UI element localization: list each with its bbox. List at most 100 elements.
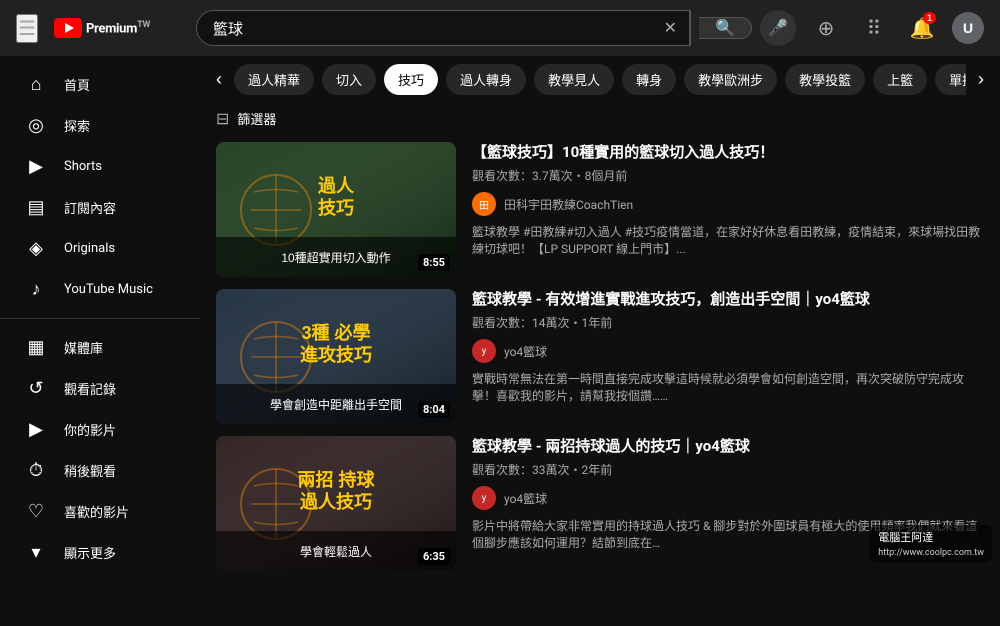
filter-chip-9[interactable]: 單挑 <box>935 64 966 95</box>
video-title-v2: 籃球教學 - 有效增進實戰進攻技巧，創造出手空間｜yo4籃球 <box>472 289 984 310</box>
filter-chips-bar: ‹ 過人精華切入技巧過人轉身教學見人轉身教學歐洲步教學投籃上籃單挑防守規則運球 … <box>200 56 1000 103</box>
sidebar-label-explore: 探索 <box>64 116 90 135</box>
youtube-logo-icon <box>54 18 82 38</box>
svg-text:兩招 持球: 兩招 持球 <box>297 469 375 490</box>
video-thumbnail-v2: 3種 必學 進攻技巧 學會創造中距離出手空間 8:04 <box>216 289 456 424</box>
chips-prev-button[interactable]: ‹ <box>212 65 226 94</box>
main-content: ‹ 過人精華切入技巧過人轉身教學見人轉身教學歐洲步教學投籃上籃單挑防守規則運球 … <box>200 56 1000 570</box>
create-button[interactable]: ⊕ <box>808 10 844 46</box>
filter-row: ⊟ 篩選器 <box>200 103 1000 134</box>
svg-text:過人技巧: 過人技巧 <box>300 491 372 512</box>
video-desc-v2: 實戰時常無法在第一時間直接完成攻擊這時候就必須學會如何創造空間，再次突破防守完成… <box>472 371 984 405</box>
sidebar-label-history: 觀看記錄 <box>64 379 116 398</box>
sidebar-item-show-more[interactable]: ▾ 顯示更多 <box>0 532 200 570</box>
video-channel-name-v2: yo4籃球 <box>504 343 547 360</box>
video-item-v1[interactable]: 過人 技巧 10種超實用切入動作 8:55 【籃球技巧】10種實用的籃球切入過人… <box>216 142 984 277</box>
video-meta-v2: 觀看次數：14萬次・1年前 <box>472 314 984 331</box>
notification-badge: 1 <box>923 12 936 24</box>
premium-label: Premium <box>86 21 137 36</box>
sidebar-item-originals[interactable]: ◈ Originals <box>0 228 200 269</box>
video-channel-avatar-v3: y <box>472 486 496 510</box>
sidebar-item-home[interactable]: ⌂ 首頁 <box>0 64 200 105</box>
video-thumbnail-v1: 過人 技巧 10種超實用切入動作 8:55 <box>216 142 456 277</box>
sidebar-item-liked[interactable]: ♡ 喜歡的影片 <box>0 491 200 532</box>
svg-text:過人: 過人 <box>318 176 355 196</box>
sidebar-icon-youtube-music: ♪ <box>24 279 48 300</box>
apps-button[interactable]: ⠿ <box>856 10 892 46</box>
sidebar-item-your-videos[interactable]: ▶ 你的影片 <box>0 409 200 450</box>
video-channel-row-v3: y yo4籃球 <box>472 486 984 510</box>
sidebar-icon-your-videos: ▶ <box>24 419 48 440</box>
filter-chip-2[interactable]: 技巧 <box>384 64 438 95</box>
watermark: 電腦王阿達 http://www.coolpc.com.tw <box>870 525 992 562</box>
video-duration-v1: 8:55 <box>418 254 450 271</box>
sidebar-item-explore[interactable]: ◎ 探索 <box>0 105 200 146</box>
filter-chip-1[interactable]: 切入 <box>322 64 376 95</box>
sidebar-icon-watch-later: ⏱ <box>24 460 48 481</box>
video-item-v2[interactable]: 3種 必學 進攻技巧 學會創造中距離出手空間 8:04 籃球教學 - 有效增進實… <box>216 289 984 424</box>
watermark-url: http://www.coolpc.com.tw <box>878 548 984 558</box>
sidebar-label-library: 媒體庫 <box>64 338 103 357</box>
filter-chip-5[interactable]: 轉身 <box>622 64 676 95</box>
sidebar-label-originals: Originals <box>64 241 115 256</box>
filter-chip-3[interactable]: 過人轉身 <box>446 64 526 95</box>
filter-chip-0[interactable]: 過人精華 <box>234 64 314 95</box>
sidebar-item-youtube-music[interactable]: ♪ YouTube Music <box>0 269 200 310</box>
video-title-v3: 籃球教學 - 兩招持球過人的技巧｜yo4籃球 <box>472 436 984 457</box>
topbar-center: ✕ 🔍 🎤 <box>196 10 796 46</box>
video-thumbnail-v3: 兩招 持球 過人技巧 學會輕鬆過人 6:35 <box>216 436 456 570</box>
topbar-right: ⊕ ⠿ 🔔 1 U <box>808 10 984 46</box>
video-meta-v1: 觀看次數：3.7萬次・8個月前 <box>472 167 984 184</box>
video-list: 過人 技巧 10種超實用切入動作 8:55 【籃球技巧】10種實用的籃球切入過人… <box>200 134 1000 570</box>
watermark-text: 電腦王阿達 <box>878 531 933 544</box>
filter-label[interactable]: 篩選器 <box>237 109 276 128</box>
filter-chip-6[interactable]: 教學歐洲步 <box>684 64 777 95</box>
video-duration-v3: 6:35 <box>418 548 450 565</box>
apps-icon: ⠿ <box>867 16 882 41</box>
search-icon: 🔍 <box>715 20 735 37</box>
video-info-v2: 籃球教學 - 有效增進實戰進攻技巧，創造出手空間｜yo4籃球 觀看次數：14萬次… <box>472 289 984 424</box>
sidebar-item-shorts[interactable]: ▶ Shorts <box>0 146 200 187</box>
svg-text:3種 必學: 3種 必學 <box>301 322 370 343</box>
sidebar-label-liked: 喜歡的影片 <box>64 502 129 521</box>
sidebar-divider-1 <box>0 318 200 319</box>
search-input[interactable] <box>197 11 652 45</box>
filter-icon: ⊟ <box>216 109 229 128</box>
notifications-button[interactable]: 🔔 1 <box>904 10 940 46</box>
video-channel-row-v2: y yo4籃球 <box>472 339 984 363</box>
sidebar-item-history[interactable]: ↺ 觀看記錄 <box>0 368 200 409</box>
svg-text:進攻技巧: 進攻技巧 <box>300 344 372 365</box>
video-channel-name-v1: 田科宇田教練CoachTien <box>504 196 633 213</box>
filter-chip-4[interactable]: 教學見人 <box>534 64 614 95</box>
sidebar-icon-shorts: ▶ <box>24 156 48 177</box>
logo-area: PremiumTW <box>54 18 150 38</box>
sidebar-icon-originals: ◈ <box>24 238 48 259</box>
search-clear-button[interactable]: ✕ <box>652 11 690 45</box>
search-submit-button[interactable]: 🔍 <box>699 17 752 39</box>
sidebar-item-watch-later[interactable]: ⏱ 稍後觀看 <box>0 450 200 491</box>
chips-next-button[interactable]: › <box>974 65 988 94</box>
sidebar-icon-history: ↺ <box>24 378 48 399</box>
sidebar-icon-show-more: ▾ <box>24 542 48 563</box>
sidebar-item-library[interactable]: ▦ 媒體庫 <box>0 327 200 368</box>
brand-name: PremiumTW <box>86 20 150 36</box>
filter-chip-8[interactable]: 上籃 <box>873 64 927 95</box>
svg-text:學會創造中距離出手空間: 學會創造中距離出手空間 <box>270 397 402 412</box>
account-button[interactable]: U <box>952 12 984 44</box>
svg-text:技巧: 技巧 <box>318 197 354 218</box>
microphone-icon: 🎤 <box>768 18 788 38</box>
sidebar-label-subscriptions: 訂閱內容 <box>64 198 116 217</box>
sidebar-item-subscriptions[interactable]: ▤ 訂閱內容 <box>0 187 200 228</box>
voice-search-button[interactable]: 🎤 <box>760 10 796 46</box>
video-item-v3[interactable]: 兩招 持球 過人技巧 學會輕鬆過人 6:35 籃球教學 - 兩招持球過人的技巧｜… <box>216 436 984 570</box>
video-channel-name-v3: yo4籃球 <box>504 490 547 507</box>
filter-chip-7[interactable]: 教學投籃 <box>785 64 865 95</box>
video-title-v1: 【籃球技巧】10種實用的籃球切入過人技巧！ <box>472 142 984 163</box>
sidebar-icon-home: ⌂ <box>24 74 48 95</box>
hamburger-button[interactable]: ☰ <box>16 14 38 43</box>
sidebar-label-your-videos: 你的影片 <box>64 420 116 439</box>
sidebar-icon-explore: ◎ <box>24 115 48 136</box>
sidebar-label-youtube-music: YouTube Music <box>64 282 153 297</box>
country-code: TW <box>137 20 150 30</box>
sidebar-icon-subscriptions: ▤ <box>24 197 48 218</box>
